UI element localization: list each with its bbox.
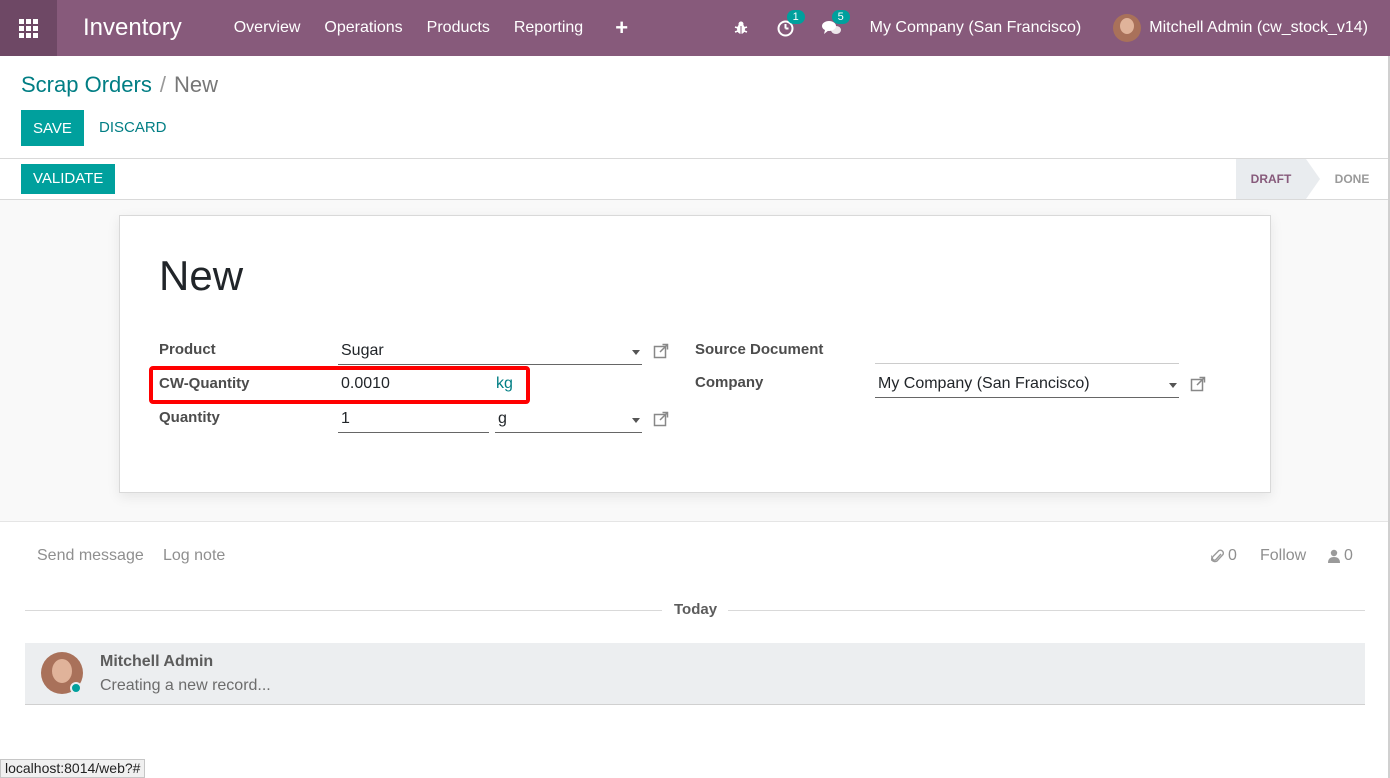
menu-overview[interactable]: Overview (234, 19, 301, 37)
apps-grid-icon (19, 18, 38, 38)
product-field[interactable]: Sugar (338, 339, 642, 365)
send-message-button[interactable]: Send message (37, 547, 144, 565)
breadcrumb: Scrap Orders / New (21, 72, 218, 98)
company-field[interactable]: My Company (San Francisco) (875, 372, 1179, 398)
menu-operations[interactable]: Operations (324, 19, 402, 37)
menu-products[interactable]: Products (427, 19, 490, 37)
stage-done[interactable]: DONE (1320, 159, 1384, 199)
chatter: Send message Log note 0 Follow 0 Today M… (0, 522, 1390, 778)
debug-bug-icon[interactable] (733, 20, 749, 36)
attachments-count: 0 (1228, 547, 1237, 564)
message-author[interactable]: Mitchell Admin (100, 653, 213, 671)
quantity-value: 1 (341, 410, 350, 427)
product-value: Sugar (341, 342, 384, 359)
user-icon (1328, 549, 1340, 563)
app-name[interactable]: Inventory (83, 14, 182, 42)
stage-draft[interactable]: DRAFT (1236, 159, 1320, 199)
company-value: My Company (San Francisco) (878, 375, 1090, 392)
form-sheet: New Product Sugar CW-Quantity 0.0010 kg … (119, 215, 1271, 493)
online-status-icon (70, 682, 82, 694)
company-external-link-icon[interactable] (1190, 376, 1206, 392)
user-name: Mitchell Admin (cw_stock_v14) (1149, 19, 1368, 36)
paperclip-icon (1211, 549, 1224, 562)
quantity-label: Quantity (159, 409, 220, 426)
control-panel: Scrap Orders / New SAVE DISCARD (0, 56, 1390, 159)
attachments-button[interactable]: 0 (1211, 547, 1237, 565)
breadcrumb-current: New (173, 72, 218, 97)
breadcrumb-separator: / (159, 72, 166, 97)
activity-count-badge: 1 (786, 9, 805, 24)
followers-button[interactable]: 0 (1328, 547, 1353, 565)
date-divider-right (728, 610, 1365, 611)
product-label: Product (159, 341, 216, 358)
date-divider-left (25, 610, 662, 611)
company-label: Company (695, 374, 764, 391)
company-switcher[interactable]: My Company (San Francisco) (870, 19, 1082, 37)
chatter-message: Mitchell Admin Creating a new record... (25, 643, 1365, 705)
follow-button[interactable]: Follow (1260, 547, 1306, 565)
quantity-uom-value: g (498, 410, 507, 427)
messaging-chat-icon[interactable]: 5 (821, 10, 850, 36)
product-dropdown-caret-icon[interactable] (632, 350, 640, 355)
uom-dropdown-caret-icon[interactable] (632, 418, 640, 423)
company-dropdown-caret-icon[interactable] (1169, 383, 1177, 388)
save-button[interactable]: SAVE (21, 110, 84, 146)
messages-count-badge: 5 (831, 10, 850, 24)
form-statusbar: VALIDATE DRAFT DONE (0, 159, 1390, 200)
apps-menu-button[interactable] (0, 0, 57, 56)
followers-count: 0 (1344, 547, 1353, 564)
breadcrumb-scrap-orders[interactable]: Scrap Orders (21, 72, 152, 97)
log-note-button[interactable]: Log note (163, 547, 225, 565)
message-body: Creating a new record... (100, 677, 271, 694)
user-avatar (1113, 14, 1142, 42)
quick-create-plus-icon[interactable]: + (615, 15, 628, 41)
date-divider-label: Today (674, 601, 718, 618)
discard-button[interactable]: DISCARD (99, 110, 167, 146)
menu-reporting[interactable]: Reporting (514, 19, 583, 37)
activity-clock-icon[interactable]: 1 (777, 9, 805, 37)
product-external-link-icon[interactable] (653, 343, 669, 359)
browser-status-url: localhost:8014/web?# (0, 759, 146, 778)
cw-quantity-highlight-box (149, 366, 530, 404)
uom-external-link-icon[interactable] (653, 411, 669, 427)
validate-button[interactable]: VALIDATE (21, 164, 116, 194)
source-document-label: Source Document (695, 341, 824, 358)
user-menu[interactable]: Mitchell Admin (cw_stock_v14) (1113, 14, 1368, 42)
source-document-field[interactable] (875, 338, 1179, 364)
quantity-field[interactable]: 1 (338, 407, 489, 433)
record-title: New (159, 252, 244, 299)
quantity-uom-field[interactable]: g (495, 407, 642, 433)
top-navbar: Inventory Overview Operations Products R… (0, 0, 1390, 56)
